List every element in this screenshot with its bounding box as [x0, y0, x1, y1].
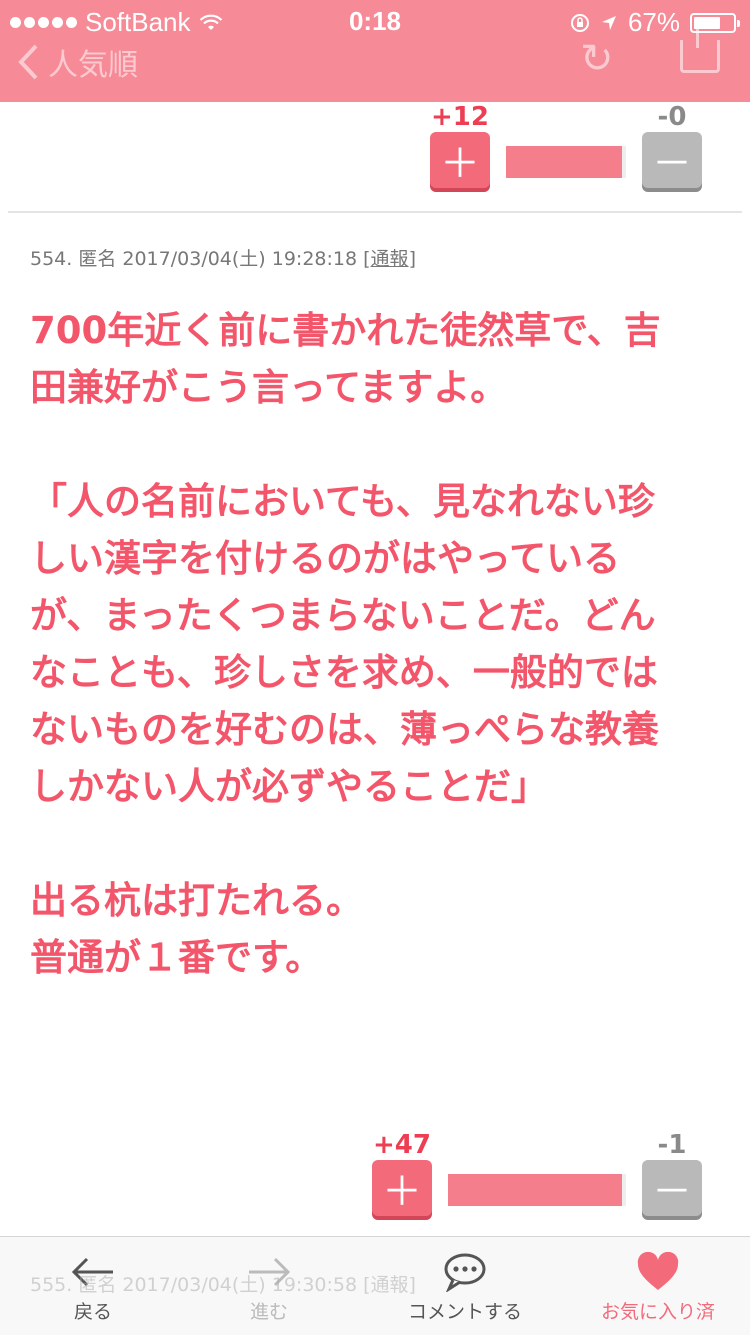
battery-percent: 67%	[627, 7, 680, 37]
tab-forward-label: 進む	[249, 1301, 288, 1323]
report-link[interactable]: 通報	[371, 248, 409, 270]
location-icon	[601, 15, 616, 30]
share-icon[interactable]	[680, 24, 720, 73]
rotation-lock-icon	[570, 13, 589, 32]
reload-icon[interactable]: ↻	[580, 36, 614, 82]
comment-body: 700年近く前に書かれた徒然草で、吉 田兼好がこう言ってますよ。 「人の名前にお…	[30, 309, 661, 979]
minus-vote-button[interactable]: －	[642, 1160, 702, 1216]
status-bar: SoftBank 0:18 67%	[0, 0, 750, 40]
comment-meta: 554. 匿名 2017/03/04(土) 19:28:18 [通報]	[30, 248, 416, 270]
next-comment-meta: 555. 匿名 2017/03/04(土) 19:30:58 [通報]	[30, 1274, 416, 1296]
minus-vote-button[interactable]: －	[642, 132, 702, 188]
vote-row-bottom: +47 -1 ＋ －	[372, 1130, 702, 1240]
plus-count: +12	[431, 102, 489, 132]
tab-favorite-label: お気に入り済	[600, 1301, 715, 1323]
tab-favorite[interactable]: お気に入り済	[586, 1237, 730, 1335]
nav-bar: 人気順 ↻	[0, 24, 750, 102]
vote-row-top: +12 -0 ＋ －	[430, 102, 702, 212]
vote-ratio-bar	[506, 146, 626, 178]
plus-vote-button[interactable]: ＋	[372, 1160, 432, 1216]
plus-vote-button[interactable]: ＋	[430, 132, 490, 188]
tab-comment-label: コメントする	[407, 1301, 522, 1323]
app-header: SoftBank 0:18 67% 人気順 ↻	[0, 0, 750, 102]
minus-count: -0	[657, 102, 687, 132]
heart-icon	[637, 1252, 679, 1290]
plus-count: +47	[373, 1130, 431, 1160]
vote-ratio-bar	[448, 1174, 626, 1206]
comment-info: 554. 匿名 2017/03/04(土) 19:28:18	[30, 248, 358, 270]
tab-back-label: 戻る	[73, 1301, 112, 1323]
minus-count: -1	[657, 1130, 687, 1160]
divider	[8, 211, 742, 213]
speech-bubble-icon	[444, 1253, 486, 1292]
back-to-popular-button[interactable]: 人気順	[16, 40, 138, 84]
back-label: 人気順	[48, 48, 138, 83]
chevron-left-icon	[18, 44, 38, 80]
